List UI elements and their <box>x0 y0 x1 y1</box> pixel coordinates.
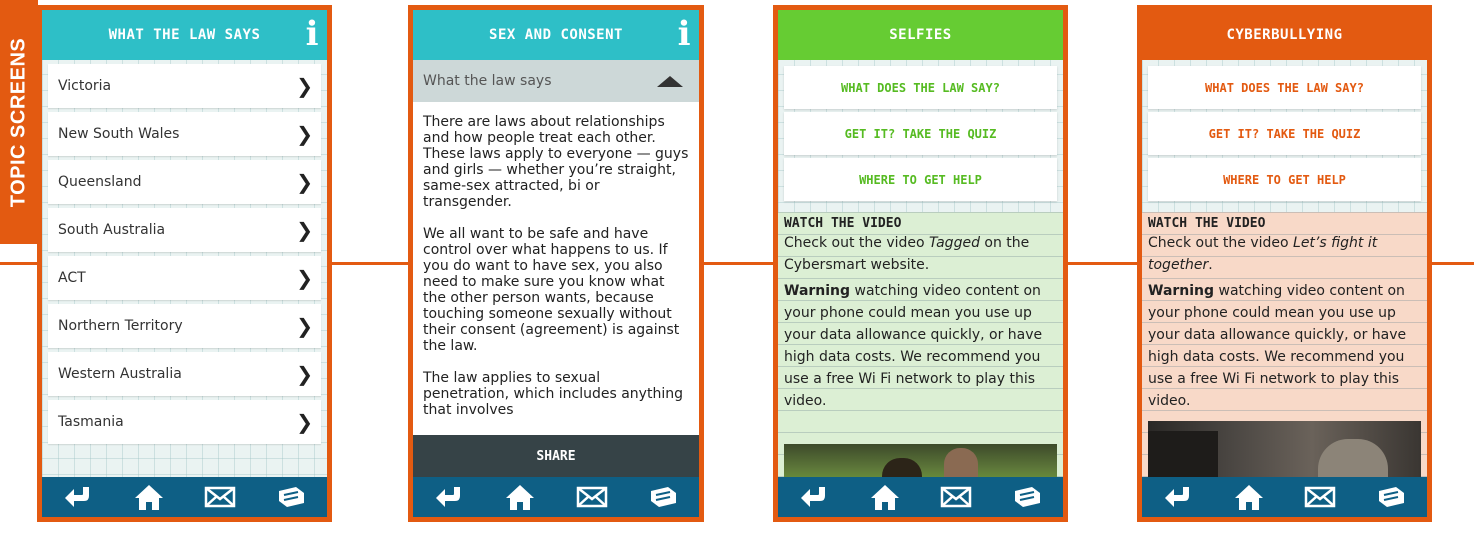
chevron-right-icon: ❯ <box>296 170 313 194</box>
screen-header: SELFIES <box>778 10 1063 60</box>
list-item-label: Queensland <box>58 174 142 190</box>
data-warning: Warning watching video content on your p… <box>784 283 1043 409</box>
back-icon[interactable] <box>1161 482 1195 512</box>
accordion-what-the-law-says[interactable]: What the law says <box>413 60 699 102</box>
share-icon[interactable] <box>646 482 680 512</box>
warning-label: Warning <box>1148 283 1215 299</box>
share-icon[interactable] <box>1010 482 1044 512</box>
watch-video-section: WATCH THE VIDEO Check out the video Tagg… <box>778 212 1063 477</box>
where-to-get-help-button[interactable]: WHERE TO GET HELP <box>1148 158 1421 201</box>
mail-icon[interactable] <box>1303 482 1337 512</box>
list-item-tasmania[interactable]: Tasmania ❯ <box>48 400 321 444</box>
share-label: SHARE <box>536 448 576 464</box>
bottom-nav-bar <box>778 477 1063 517</box>
home-icon[interactable] <box>1232 482 1266 512</box>
list-item-label: South Australia <box>58 222 166 238</box>
connector-line <box>0 262 42 265</box>
back-icon[interactable] <box>61 482 95 512</box>
watch-video-heading: WATCH THE VIDEO <box>1148 216 1266 231</box>
phone-screen-what-the-law-says: WHAT THE LAW SAYS i Victoria ❯ New South … <box>37 5 332 522</box>
connector-line <box>1432 262 1474 265</box>
share-icon[interactable] <box>1374 482 1408 512</box>
list-item-act[interactable]: ACT ❯ <box>48 256 321 300</box>
what-does-the-law-say-button[interactable]: WHAT DOES THE LAW SAY? <box>784 66 1057 109</box>
chevron-right-icon: ❯ <box>296 266 313 290</box>
data-warning: Warning watching video content on your p… <box>1148 283 1407 409</box>
video-description: Check out the video Tagged on the Cybers… <box>784 235 1030 273</box>
list-item-label: New South Wales <box>58 126 180 142</box>
topic-menu: WHAT DOES THE LAW SAY? GET IT? TAKE THE … <box>1148 66 1421 204</box>
screen-header: WHAT THE LAW SAYS i <box>42 10 327 60</box>
list-item-label: Victoria <box>58 78 112 94</box>
accordion-label: What the law says <box>423 73 552 89</box>
warning-label: Warning <box>784 283 851 299</box>
chevron-right-icon: ❯ <box>296 314 313 338</box>
mail-icon[interactable] <box>939 482 973 512</box>
what-does-the-law-say-button[interactable]: WHAT DOES THE LAW SAY? <box>1148 66 1421 109</box>
list-item-queensland[interactable]: Queensland ❯ <box>48 160 321 204</box>
connector-line <box>1068 262 1140 265</box>
phone-screen-cyberbullying: CYBERBULLYING WHAT DOES THE LAW SAY? GET… <box>1137 5 1432 522</box>
list-item-nsw[interactable]: New South Wales ❯ <box>48 112 321 156</box>
chevron-right-icon: ❯ <box>296 218 313 242</box>
chevron-right-icon: ❯ <box>296 362 313 386</box>
list-item-label: Tasmania <box>58 414 124 430</box>
video-title: Tagged <box>929 235 980 251</box>
info-icon[interactable]: i <box>306 14 319 54</box>
mail-icon[interactable] <box>203 482 237 512</box>
back-icon[interactable] <box>797 482 831 512</box>
phone-screen-selfies: SELFIES WHAT DOES THE LAW SAY? GET IT? T… <box>773 5 1068 522</box>
video-description: Check out the video Let’s fight it toget… <box>1148 235 1378 273</box>
list-item-western-australia[interactable]: Western Australia ❯ <box>48 352 321 396</box>
bottom-nav-bar <box>1142 477 1427 517</box>
chevron-right-icon: ❯ <box>296 122 313 146</box>
list-item-label: Northern Territory <box>58 318 183 334</box>
take-the-quiz-button[interactable]: GET IT? TAKE THE QUIZ <box>1148 112 1421 155</box>
list-item-northern-territory[interactable]: Northern Territory ❯ <box>48 304 321 348</box>
back-icon[interactable] <box>432 482 466 512</box>
chevron-up-icon <box>657 76 683 87</box>
paragraph: The law applies to sexual penetration, w… <box>423 370 683 418</box>
screen-title: WHAT THE LAW SAYS <box>108 27 261 43</box>
take-the-quiz-button[interactable]: GET IT? TAKE THE QUIZ <box>784 112 1057 155</box>
screen-header: SEX AND CONSENT i <box>413 10 699 60</box>
home-icon[interactable] <box>868 482 902 512</box>
list-item-south-australia[interactable]: South Australia ❯ <box>48 208 321 252</box>
watch-video-heading: WATCH THE VIDEO <box>784 216 902 231</box>
screen-header: CYBERBULLYING <box>1142 10 1427 60</box>
screen-title: SELFIES <box>889 27 952 43</box>
topic-screens-label: TOPIC SCREENS <box>0 0 38 244</box>
topic-menu: WHAT DOES THE LAW SAY? GET IT? TAKE THE … <box>784 66 1057 204</box>
share-button[interactable]: SHARE <box>413 435 699 477</box>
list-item-label: Western Australia <box>58 366 182 382</box>
paragraph: There are laws about relationships and h… <box>423 114 689 210</box>
connector-line <box>704 262 776 265</box>
paragraph: We all want to be safe and have control … <box>423 226 680 354</box>
home-icon[interactable] <box>132 482 166 512</box>
info-icon[interactable]: i <box>678 14 691 54</box>
state-list: Victoria ❯ New South Wales ❯ Queensland ❯ S… <box>48 64 321 448</box>
screen-title: SEX AND CONSENT <box>489 27 623 43</box>
chevron-right-icon: ❯ <box>296 410 313 434</box>
list-item-label: ACT <box>58 270 86 286</box>
bottom-nav-bar <box>413 477 699 517</box>
phone-screen-sex-and-consent: SEX AND CONSENT i What the law says Ther… <box>408 5 704 522</box>
bottom-nav-bar <box>42 477 327 517</box>
connector-line <box>332 262 412 265</box>
where-to-get-help-button[interactable]: WHERE TO GET HELP <box>784 158 1057 201</box>
home-icon[interactable] <box>503 482 537 512</box>
list-item-victoria[interactable]: Victoria ❯ <box>48 64 321 108</box>
mail-icon[interactable] <box>575 482 609 512</box>
screen-title: CYBERBULLYING <box>1226 27 1343 43</box>
article-body: There are laws about relationships and h… <box>413 102 699 435</box>
share-icon[interactable] <box>274 482 308 512</box>
chevron-right-icon: ❯ <box>296 74 313 98</box>
